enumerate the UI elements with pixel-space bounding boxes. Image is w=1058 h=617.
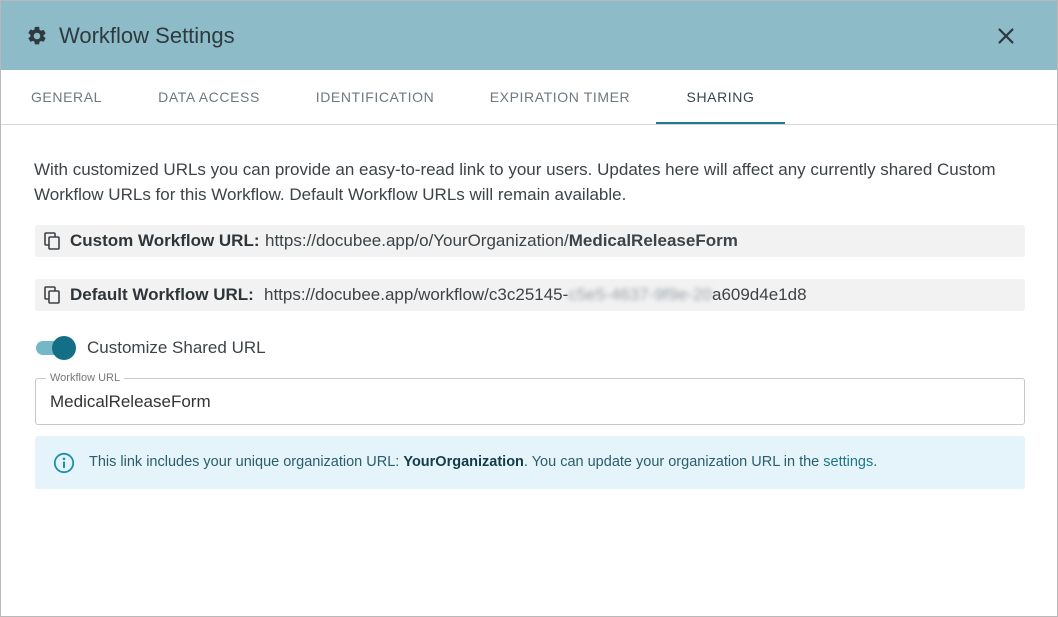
custom-workflow-url-row: Custom Workflow URL: https://docubee.app…	[35, 225, 1025, 257]
dialog-title: Workflow Settings	[59, 23, 235, 48]
tab-general[interactable]: GENERAL	[1, 70, 132, 124]
info-text-before: This link includes your unique organizat…	[89, 454, 404, 470]
sharing-description: With customized URLs you can provide an …	[34, 160, 996, 204]
settings-link[interactable]: settings	[823, 454, 873, 470]
copy-icon[interactable]	[44, 286, 60, 304]
custom-url-value[interactable]: https://docubee.app/o/YourOrganization/M…	[265, 225, 738, 257]
default-url-label: Default Workflow URL:	[70, 285, 254, 304]
close-icon[interactable]	[995, 25, 1017, 47]
info-org-name: YourOrganization	[403, 454, 524, 470]
default-url-redacted: c5e5-4637-9f9e-20	[568, 285, 712, 304]
customize-url-toggle-label: Customize Shared URL	[87, 338, 266, 357]
default-url-suffix: a609d4e1d8	[711, 285, 807, 304]
customize-url-toggle[interactable]	[36, 336, 76, 360]
workflow-url-input[interactable]	[50, 389, 990, 415]
gear-icon	[28, 26, 46, 45]
custom-url-prefix: https://docubee.app/o/YourOrganization/	[265, 231, 569, 250]
default-url-prefix: https://docubee.app/workflow/c3c25145-	[264, 285, 569, 304]
workflow-settings-dialog: Workflow Settings GENERAL DATA ACCESS ID…	[0, 0, 1058, 617]
workflow-url-field-label: Workflow URL	[46, 371, 125, 385]
toggle-knob	[52, 336, 76, 360]
info-text-middle: . You can update your organization URL i…	[523, 454, 824, 470]
workflow-url-field: Workflow URL	[35, 371, 1025, 425]
tab-sharing[interactable]: SHARING	[656, 70, 785, 124]
org-url-info-banner: This link includes your unique organizat…	[35, 436, 1025, 489]
default-workflow-url-row: Default Workflow URL: https://docubee.ap…	[35, 279, 1025, 311]
info-text-after: .	[873, 454, 878, 470]
tab-data-access[interactable]: DATA ACCESS	[132, 70, 286, 124]
org-url-info-text: This link includes your unique organizat…	[89, 436, 877, 489]
tab-expiration-timer[interactable]: EXPIRATION TIMER	[464, 70, 656, 124]
copy-icon[interactable]	[44, 232, 60, 250]
settings-tabs: GENERAL DATA ACCESS IDENTIFICATION EXPIR…	[1, 70, 1057, 125]
info-icon	[53, 452, 75, 474]
custom-url-slug: MedicalReleaseForm	[568, 231, 738, 250]
custom-url-label: Custom Workflow URL:	[70, 231, 260, 250]
dialog-header: Workflow Settings	[1, 1, 1057, 70]
tab-identification[interactable]: IDENTIFICATION	[286, 70, 464, 124]
default-url-value[interactable]: https://docubee.app/workflow/c3c25145-c5…	[264, 279, 807, 311]
